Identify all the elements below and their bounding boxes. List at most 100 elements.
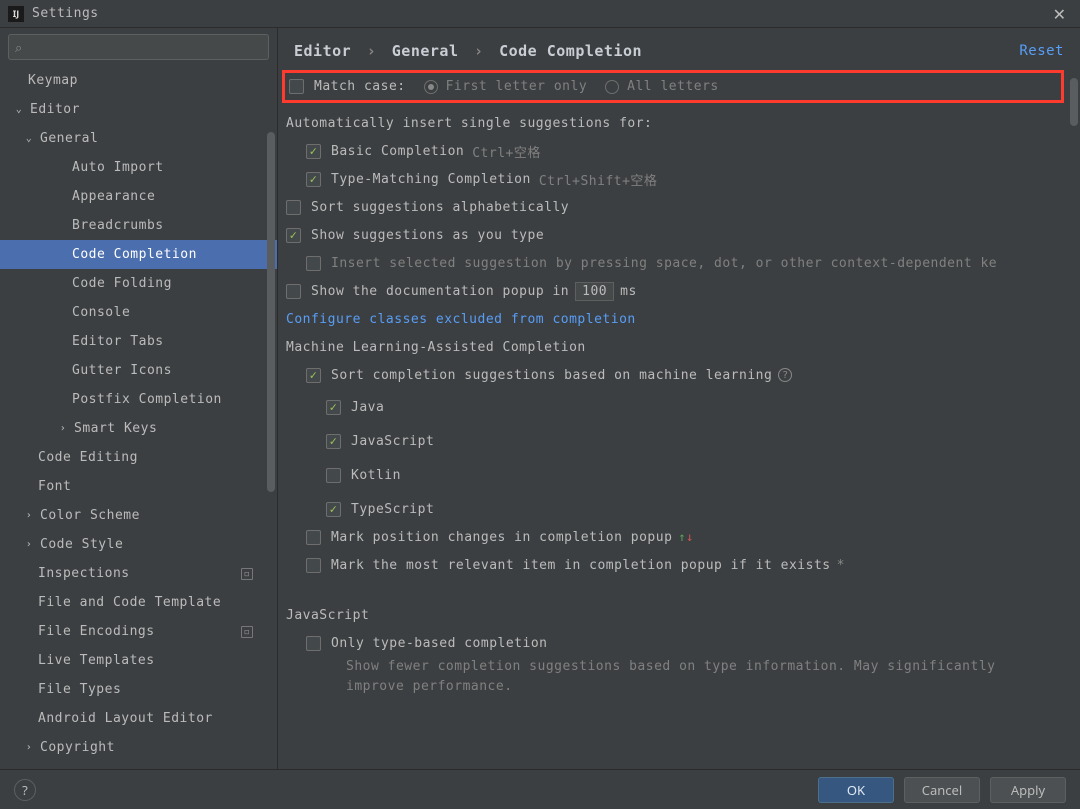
chevron-down-icon: ⌄: [12, 104, 26, 115]
show-as-type-label: Show suggestions as you type: [311, 228, 544, 243]
window-title: Settings: [32, 6, 99, 21]
js-only-type-checkbox[interactable]: [306, 636, 321, 651]
chevron-right-icon: ›: [22, 539, 36, 550]
sidebar-item-breadcrumbs[interactable]: Breadcrumbs: [0, 211, 277, 240]
chevron-down-icon: ⌄: [22, 133, 36, 144]
search-input[interactable]: [26, 38, 262, 56]
sidebar-item-file-encodings[interactable]: File Encodings▫: [0, 617, 277, 646]
insert-selected-checkbox[interactable]: [306, 256, 321, 271]
scope-badge-icon: ▫: [241, 626, 253, 638]
sidebar-item-label: Inspections: [38, 566, 130, 581]
sidebar-item-gutter-icons[interactable]: Gutter Icons: [0, 356, 277, 385]
sidebar-item-general[interactable]: ⌄General: [0, 124, 277, 153]
configure-excluded-link[interactable]: Configure classes excluded from completi…: [286, 312, 636, 327]
match-case-highlight: Match case: First letter only All letter…: [282, 70, 1064, 103]
cancel-button[interactable]: Cancel: [904, 777, 980, 803]
sidebar-scrollbar[interactable]: [267, 132, 275, 492]
chevron-right-icon: ›: [367, 42, 377, 60]
sidebar-item-appearance[interactable]: Appearance: [0, 182, 277, 211]
main-scrollbar[interactable]: [1070, 78, 1078, 126]
match-case-label: Match case:: [314, 79, 406, 94]
sidebar-item-label: Code Completion: [72, 247, 197, 262]
ok-button[interactable]: OK: [818, 777, 894, 803]
sidebar-item-auto-import[interactable]: Auto Import: [0, 153, 277, 182]
sidebar-item-file-and-code-template[interactable]: File and Code Template: [0, 588, 277, 617]
all-letters-radio[interactable]: [605, 80, 619, 94]
sidebar-item-label: File Types: [38, 682, 121, 697]
sidebar-item-copyright[interactable]: › Copyright: [0, 733, 277, 762]
sort-alpha-label: Sort suggestions alphabetically: [311, 200, 569, 215]
show-doc-popup-label-post: ms: [620, 284, 637, 299]
sidebar-item-label: Console: [72, 305, 130, 320]
ml-lang-label: Java: [351, 400, 384, 415]
show-doc-popup-checkbox[interactable]: [286, 284, 301, 299]
type-matching-checkbox[interactable]: [306, 172, 321, 187]
ml-lang-typescript-checkbox[interactable]: [326, 502, 341, 517]
mark-relevant-checkbox[interactable]: [306, 558, 321, 573]
sidebar-item-smart-keys[interactable]: › Smart Keys: [0, 414, 277, 443]
mark-relevant-label: Mark the most relevant item in completio…: [331, 558, 831, 573]
sidebar-item-editor-tabs[interactable]: Editor Tabs: [0, 327, 277, 356]
ml-sort-checkbox[interactable]: [306, 368, 321, 383]
sidebar-item-label: Smart Keys: [74, 421, 157, 436]
settings-search[interactable]: ⌕: [8, 34, 269, 60]
js-only-type-label: Only type-based completion: [331, 636, 548, 651]
scope-badge-icon: ▫: [241, 568, 253, 580]
show-doc-popup-label-pre: Show the documentation popup in: [311, 284, 569, 299]
chevron-right-icon: ›: [22, 742, 36, 753]
js-only-type-desc: Show fewer completion suggestions based …: [282, 657, 1022, 696]
sidebar-item-code-completion[interactable]: Code Completion: [0, 240, 277, 269]
mark-position-label: Mark position changes in completion popu…: [331, 530, 672, 545]
apply-button[interactable]: Apply: [990, 777, 1066, 803]
mark-position-checkbox[interactable]: [306, 530, 321, 545]
first-letter-label: First letter only: [446, 79, 588, 94]
basic-completion-shortcut: Ctrl+空格: [472, 142, 541, 161]
show-as-type-checkbox[interactable]: [286, 228, 301, 243]
sidebar-item-label: Breadcrumbs: [72, 218, 164, 233]
first-letter-radio[interactable]: [424, 80, 438, 94]
sidebar-item-color-scheme[interactable]: ›Color Scheme: [0, 501, 277, 530]
help-icon[interactable]: ?: [778, 368, 792, 382]
sidebar-item-label: Live Templates: [38, 653, 155, 668]
sidebar-item-android-layout-editor[interactable]: Android Layout Editor: [0, 704, 277, 733]
sidebar-item-label: Font: [38, 479, 71, 494]
sidebar-item-live-templates[interactable]: Live Templates: [0, 646, 277, 675]
doc-popup-delay-input[interactable]: 100: [575, 282, 614, 301]
close-icon[interactable]: ✕: [1047, 3, 1072, 25]
match-case-checkbox[interactable]: [289, 79, 304, 94]
auto-insert-heading: Automatically insert single suggestions …: [282, 109, 1064, 137]
sidebar-item-label: Auto Import: [72, 160, 164, 175]
sidebar-item-font[interactable]: Font: [0, 472, 277, 501]
basic-completion-checkbox[interactable]: [306, 144, 321, 159]
type-matching-label: Type-Matching Completion: [331, 172, 531, 187]
sidebar-item-keymap[interactable]: Keymap: [0, 66, 277, 95]
ml-lang-java-checkbox[interactable]: [326, 400, 341, 415]
sort-alpha-checkbox[interactable]: [286, 200, 301, 215]
js-heading: JavaScript: [282, 601, 1064, 629]
basic-completion-label: Basic Completion: [331, 144, 464, 159]
sidebar-item-postfix-completion[interactable]: Postfix Completion: [0, 385, 277, 414]
sidebar-item-label: Code Folding: [72, 276, 172, 291]
sidebar-item-label: File and Code Template: [38, 595, 221, 610]
sidebar-item-label: Color Scheme: [40, 508, 140, 523]
sidebar-item-label: Postfix Completion: [72, 392, 222, 407]
sidebar-item-code-folding[interactable]: Code Folding: [0, 269, 277, 298]
ml-lang-label: JavaScript: [351, 434, 434, 449]
sidebar-item-label: Copyright: [40, 740, 115, 755]
sidebar-item-code-style[interactable]: › Code Style: [0, 530, 277, 559]
ml-heading: Machine Learning-Assisted Completion: [282, 333, 1064, 361]
sidebar-item-console[interactable]: Console: [0, 298, 277, 327]
sidebar-item-editor[interactable]: ⌄Editor: [0, 95, 277, 124]
chevron-right-icon: ›: [56, 423, 70, 434]
sidebar-item-inspections[interactable]: Inspections ▫: [0, 559, 277, 588]
ml-lang-kotlin-checkbox[interactable]: [326, 468, 341, 483]
sidebar-item-file-types[interactable]: File Types: [0, 675, 277, 704]
arrows-icon: ↑↓: [678, 530, 693, 544]
breadcrumb-part: Code Completion: [499, 42, 642, 60]
reset-link[interactable]: Reset: [1019, 43, 1064, 59]
help-button[interactable]: ?: [14, 779, 36, 801]
ml-lang-javascript-checkbox[interactable]: [326, 434, 341, 449]
sidebar-item-label: Code Style: [40, 537, 123, 552]
sidebar-item-code-editing[interactable]: Code Editing: [0, 443, 277, 472]
ml-lang-label: Kotlin: [351, 468, 401, 483]
